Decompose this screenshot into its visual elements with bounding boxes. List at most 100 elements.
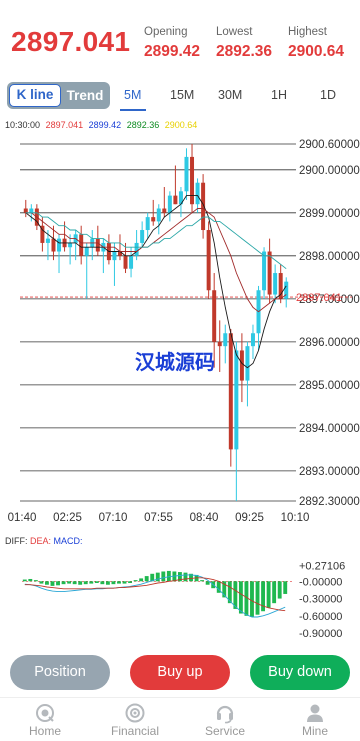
candle-body	[167, 195, 172, 213]
timeframe-5m[interactable]: 5M	[124, 88, 141, 102]
candlestick-chart[interactable]: 2900.60000 2900.00000 2899.00000 2898.00000…	[0, 128, 360, 528]
tab-trend[interactable]: Trend	[62, 84, 108, 107]
financial-icon	[125, 703, 145, 723]
nav-financial[interactable]: Financial	[100, 698, 170, 741]
y-tick-label: 2898.00000	[299, 251, 360, 263]
macd-legend-diff: DIFF:	[5, 536, 28, 546]
macd-bar	[72, 581, 77, 585]
macd-bar	[277, 581, 282, 599]
candle-body	[57, 238, 62, 252]
macd-bar	[238, 581, 243, 614]
bottom-nav: Home Financial Service Mine	[0, 697, 360, 741]
macd-y-tick-label: -0.90000	[299, 628, 342, 640]
macd-bar	[89, 581, 94, 584]
macd-bar	[100, 581, 105, 585]
timeframe-active-indicator	[120, 109, 146, 111]
y-tick-label: 2895.00000	[299, 380, 360, 392]
macd-bar	[122, 581, 127, 584]
macd-bar	[166, 570, 171, 582]
candle-body	[129, 255, 134, 269]
macd-bar	[139, 578, 144, 582]
candle-body	[156, 208, 161, 222]
price-header: 2897.041 Opening 2899.42 Lowest 2892.36 …	[0, 0, 360, 78]
macd-bar	[128, 581, 133, 584]
mode-toggle: K line Trend	[7, 82, 110, 109]
x-tick-label: 08:40	[190, 512, 219, 524]
y-tick-label: 2892.30000	[299, 496, 360, 508]
macd-bar	[255, 581, 260, 615]
candle-body	[140, 230, 145, 243]
candle-body	[84, 247, 89, 256]
stat-lowest: Lowest 2892.36	[216, 26, 272, 61]
stat-opening-value: 2899.42	[144, 43, 201, 60]
macd-bar	[67, 581, 72, 584]
tab-kline[interactable]: K line	[9, 84, 61, 107]
current-price: 2897.041	[11, 26, 131, 57]
candle-body	[173, 195, 178, 205]
macd-y-tick-label: -0.00000	[299, 576, 342, 588]
stat-highest-label: Highest	[288, 26, 327, 38]
user-icon	[307, 704, 323, 722]
macd-bar	[56, 581, 60, 586]
y-tick-label: 2900.00000	[299, 165, 360, 177]
current-price-tag: 2897.041	[296, 292, 342, 304]
candle-body	[217, 341, 222, 347]
stat-highest: Highest 2900.64	[288, 26, 344, 61]
nav-financial-label: Financial	[110, 724, 160, 738]
nav-service[interactable]: Service	[190, 698, 260, 741]
x-tick-label: 07:10	[99, 512, 128, 524]
candle-body	[29, 208, 34, 213]
y-tick-label: 2894.00000	[299, 423, 360, 435]
nav-home[interactable]: Home	[10, 698, 80, 741]
candle-body	[206, 230, 211, 291]
x-tick-label: 01:40	[8, 512, 37, 524]
nav-mine[interactable]: Mine	[280, 698, 350, 741]
macd-bar	[155, 572, 160, 582]
macd-bar	[133, 580, 138, 582]
buy-up-button[interactable]: Buy up	[130, 655, 230, 690]
watermark-text: 汉城源码	[135, 350, 215, 374]
timeframe-1d[interactable]: 1D	[320, 88, 336, 102]
timeframe-15m[interactable]: 15M	[170, 88, 194, 102]
macd-y-tick-label: +0.27106	[299, 561, 345, 573]
macd-bar	[50, 581, 55, 586]
candle-body	[273, 273, 278, 295]
position-button[interactable]: Position	[10, 655, 110, 690]
timeframe-1h[interactable]: 1H	[271, 88, 287, 102]
macd-bar	[105, 581, 110, 585]
candle-body	[112, 251, 117, 261]
macd-y-tick-label: -0.60000	[299, 611, 342, 623]
stat-lowest-value: 2892.36	[216, 43, 273, 60]
candle-body	[190, 156, 195, 205]
stat-opening: Opening 2899.42	[144, 26, 200, 61]
candle-body	[250, 333, 255, 347]
candle-body	[145, 217, 150, 231]
macd-bar	[22, 579, 27, 582]
service-icon	[216, 705, 234, 724]
timeframe-30m[interactable]: 30M	[218, 88, 242, 102]
stat-opening-label: Opening	[144, 26, 188, 38]
candle-body	[45, 238, 50, 243]
macd-bar	[78, 581, 83, 585]
candle-body	[151, 217, 156, 222]
buy-down-button[interactable]: Buy down	[250, 655, 350, 690]
macd-bar	[83, 581, 88, 585]
candle-body	[162, 208, 167, 213]
macd-legend-dea: DEA:	[30, 536, 52, 546]
nav-home-label: Home	[28, 724, 61, 738]
x-tick-label: 10:10	[281, 512, 310, 524]
macd-bar	[61, 581, 66, 585]
macd-bar	[161, 571, 166, 582]
candle-body	[245, 346, 250, 381]
macd-bar	[183, 572, 188, 582]
nav-service-label: Service	[204, 724, 245, 738]
candle-body	[184, 156, 189, 192]
stat-highest-value: 2900.64	[288, 43, 345, 60]
candle-body	[239, 350, 244, 381]
candle-body	[95, 238, 100, 252]
candle-body	[68, 242, 73, 248]
macd-bar	[200, 580, 205, 582]
macd-bar	[111, 581, 116, 585]
macd-legend-macd: MACD:	[53, 536, 83, 546]
macd-bar	[94, 581, 99, 584]
